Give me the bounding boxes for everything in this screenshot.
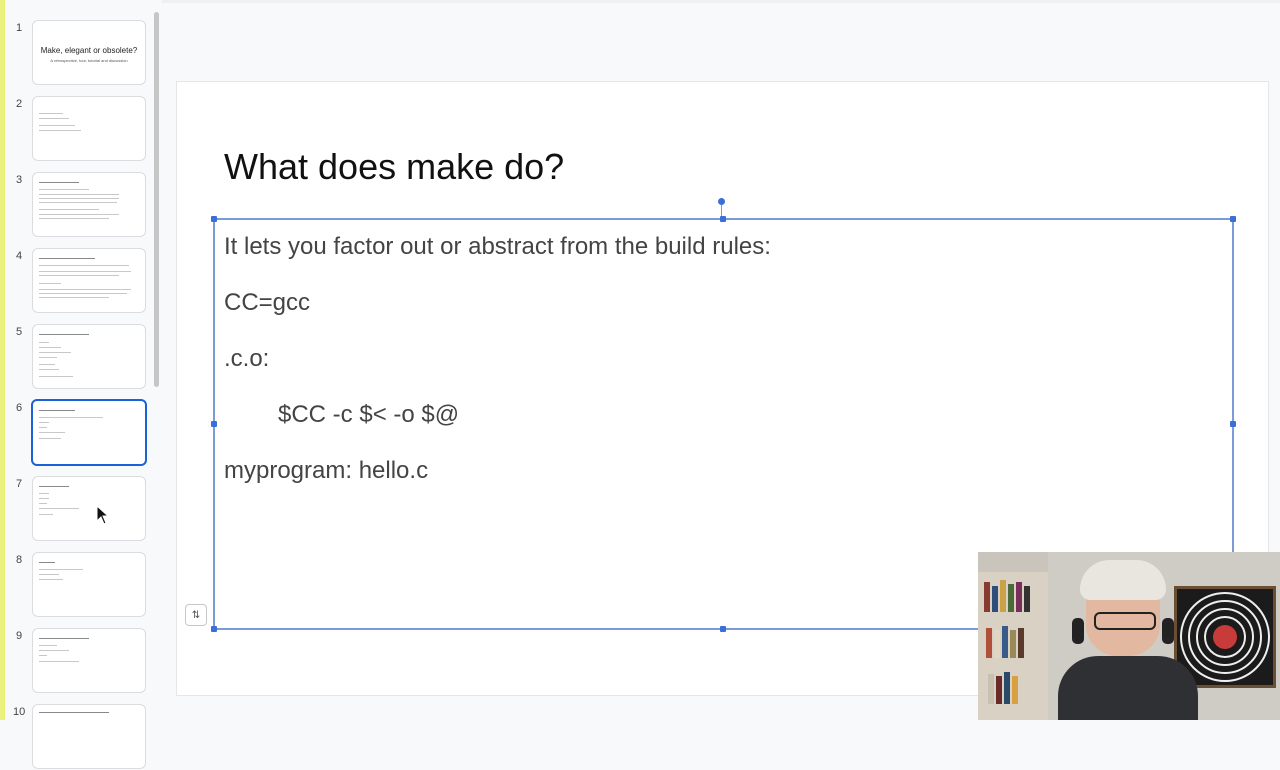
rotate-handle[interactable] bbox=[718, 198, 725, 205]
speaker-notes-toggle[interactable]: ⇅ bbox=[185, 604, 207, 626]
thumbnail-title: Make, elegant or obsolete? bbox=[40, 46, 138, 55]
thumbnail-preview[interactable] bbox=[32, 552, 146, 617]
thumbnail-subtitle: A retrospective, tour, tutorial and disc… bbox=[50, 58, 128, 63]
slide-thumbnail-2[interactable]: 2 bbox=[0, 96, 150, 162]
thumbnail-preview[interactable] bbox=[32, 96, 146, 161]
slide-number: 2 bbox=[15, 98, 23, 110]
headset-right bbox=[1162, 618, 1174, 644]
slide-number: 1 bbox=[15, 22, 23, 34]
collapse-arrows-icon: ⇅ bbox=[191, 609, 201, 621]
slide-thumbnail-7[interactable]: 7 bbox=[0, 476, 150, 542]
body-line-intro: It lets you factor out or abstract from … bbox=[224, 233, 771, 260]
slide-number: 5 bbox=[15, 326, 23, 338]
presenter-hair bbox=[1080, 560, 1166, 600]
slide-number: 7 bbox=[15, 478, 23, 490]
slide-title[interactable]: What does make do? bbox=[224, 146, 564, 188]
slide-number: 6 bbox=[15, 402, 23, 414]
resize-handle-top[interactable] bbox=[720, 216, 726, 222]
resize-handle-top-left[interactable] bbox=[211, 216, 217, 222]
body-line-command: $CC -c $< -o $@ bbox=[278, 401, 460, 428]
filmstrip-scrollbar[interactable] bbox=[154, 12, 159, 387]
thumbnail-preview[interactable] bbox=[32, 324, 146, 389]
bookshelf bbox=[978, 572, 1048, 720]
headset-left bbox=[1072, 618, 1084, 644]
slide-thumbnail-6[interactable]: 6 bbox=[0, 399, 150, 466]
presenter-webcam bbox=[978, 552, 1280, 720]
presenter-shirt bbox=[1058, 656, 1198, 720]
thumbnail-preview[interactable]: Make, elegant or obsolete? A retrospecti… bbox=[32, 20, 146, 85]
body-line-cc: CC=gcc bbox=[224, 289, 311, 316]
resize-handle-bottom[interactable] bbox=[720, 626, 726, 632]
slide-number: 9 bbox=[15, 630, 23, 642]
slide-number: 4 bbox=[15, 250, 23, 262]
slide-thumbnail-9[interactable]: 9 bbox=[0, 628, 150, 694]
resize-handle-top-right[interactable] bbox=[1230, 216, 1236, 222]
thumbnail-preview-selected[interactable] bbox=[31, 399, 147, 466]
thumbnail-preview[interactable] bbox=[32, 704, 146, 769]
thumbnail-preview[interactable] bbox=[32, 628, 146, 693]
mouse-cursor-icon bbox=[96, 505, 110, 525]
slide-thumbnail-1[interactable]: 1 Make, elegant or obsolete? A retrospec… bbox=[0, 20, 150, 86]
slide-number: 10 bbox=[13, 706, 26, 718]
toolbar-strip bbox=[162, 0, 1280, 3]
slide-thumbnail-10[interactable]: 10 bbox=[0, 704, 150, 770]
presenter-glasses bbox=[1094, 612, 1156, 630]
resize-handle-right[interactable] bbox=[1230, 421, 1236, 427]
resize-handle-left[interactable] bbox=[211, 421, 217, 427]
slide-thumbnail-3[interactable]: 3 bbox=[0, 172, 150, 238]
body-line-suffix-rule: .c.o: bbox=[224, 345, 270, 372]
slide-number: 8 bbox=[15, 554, 23, 566]
slide-thumbnail-8[interactable]: 8 bbox=[0, 552, 150, 618]
thumbnail-preview[interactable] bbox=[32, 172, 146, 237]
resize-handle-bottom-left[interactable] bbox=[211, 626, 217, 632]
slide-number: 3 bbox=[15, 174, 23, 186]
thumbnail-preview[interactable] bbox=[32, 248, 146, 313]
body-line-target: myprogram: hello.c bbox=[224, 457, 429, 484]
slide-thumbnail-5[interactable]: 5 bbox=[0, 324, 150, 390]
slide-thumbnail-4[interactable]: 4 bbox=[0, 248, 150, 314]
slide-filmstrip: 1 Make, elegant or obsolete? A retrospec… bbox=[0, 0, 162, 769]
thumbnail-preview[interactable] bbox=[32, 476, 146, 541]
